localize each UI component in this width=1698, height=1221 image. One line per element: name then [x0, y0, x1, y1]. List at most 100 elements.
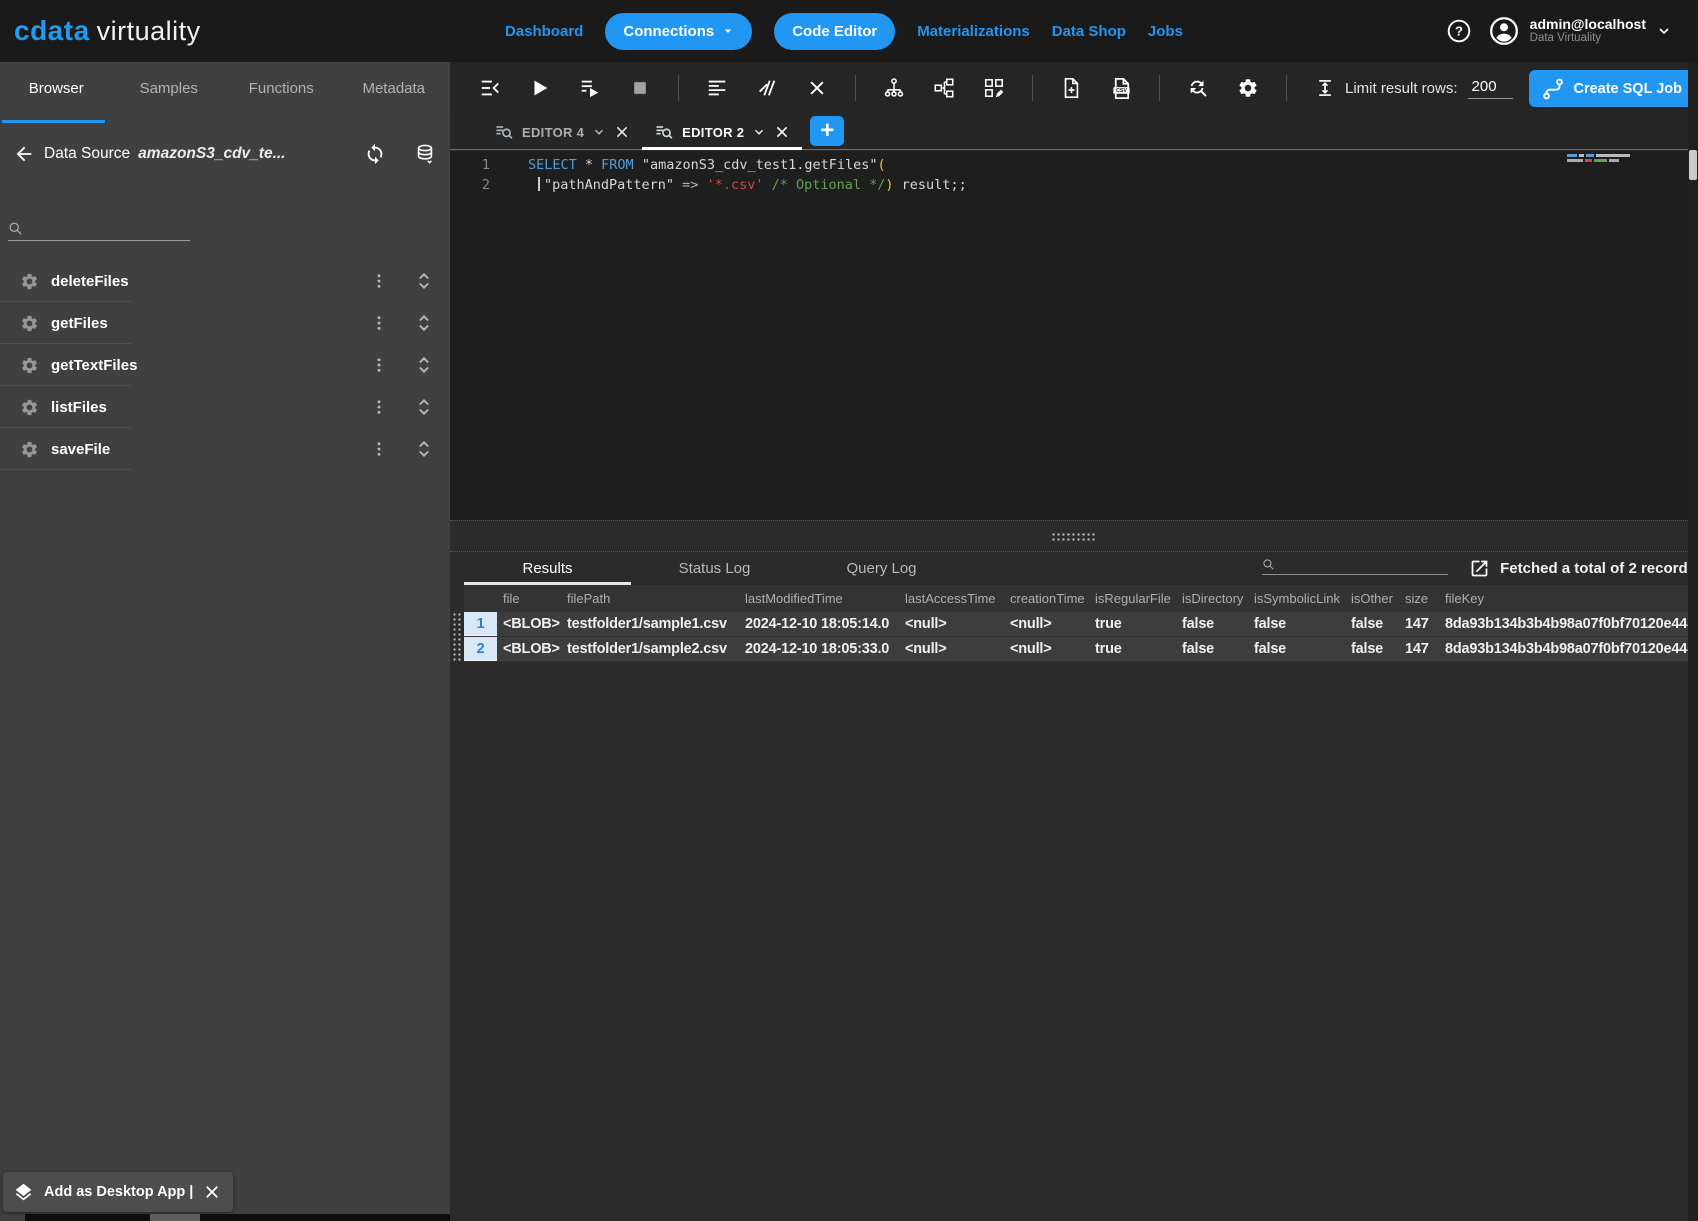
tab-browser[interactable]: Browser [0, 80, 113, 97]
editor-toolbar: CSV Limit result rows: 200 Create SQL Jo… [450, 62, 1698, 114]
logo-brand: cdata [14, 15, 90, 47]
row-number[interactable]: 2 [464, 637, 497, 661]
code-editor[interactable]: 1 SELECT * FROM "amazonS3_cdv_test1.getF… [450, 151, 1698, 520]
col-header[interactable]: filePath [561, 591, 739, 606]
edit-blocks-icon[interactable] [982, 76, 1006, 100]
tab-query-log[interactable]: Query Log [798, 552, 965, 585]
code-minimap[interactable] [1567, 154, 1633, 164]
new-file-icon[interactable] [1059, 76, 1083, 100]
kebab-menu-icon[interactable] [370, 311, 388, 335]
col-header[interactable]: isSymbolicLink [1248, 591, 1345, 606]
col-header[interactable]: file [497, 591, 561, 606]
tab-results[interactable]: Results [464, 552, 631, 585]
col-header[interactable]: creationTime [1004, 591, 1089, 606]
chevron-down-icon[interactable] [752, 125, 766, 139]
search-icon [1262, 558, 1275, 571]
nav-code-editor[interactable]: Code Editor [774, 13, 895, 50]
back-arrow-icon[interactable] [10, 140, 38, 168]
create-sql-job-button[interactable]: Create SQL Job [1529, 70, 1698, 107]
results-search-input[interactable] [1281, 556, 1439, 571]
nav-materializations[interactable]: Materializations [917, 23, 1030, 40]
col-header[interactable]: lastModifiedTime [739, 591, 899, 606]
list-item-listFiles[interactable]: listFiles [0, 386, 450, 428]
tab-functions[interactable]: Functions [225, 80, 338, 97]
editor-tab-2[interactable]: EDITOR 2 [642, 115, 802, 149]
unfold-icon[interactable] [414, 269, 434, 293]
open-in-new-icon[interactable] [1469, 558, 1490, 579]
svg-text:?: ? [1455, 24, 1463, 39]
settings-icon[interactable] [1236, 76, 1260, 100]
list-item-saveFile[interactable]: saveFile [0, 428, 450, 470]
col-header[interactable]: isDirectory [1176, 591, 1248, 606]
help-icon[interactable]: ? [1446, 18, 1472, 44]
editor-tab-4[interactable]: EDITOR 4 [482, 115, 642, 149]
item-label: getFiles [51, 315, 108, 332]
limit-rows-input[interactable]: 200 [1468, 78, 1513, 99]
chevron-down-icon[interactable] [592, 125, 606, 139]
kebab-menu-icon[interactable] [370, 353, 388, 377]
results-resize-grip[interactable] [452, 612, 462, 662]
col-header[interactable]: lastAccessTime [899, 591, 1004, 606]
run-script-icon[interactable] [578, 76, 602, 100]
nav-data-shop[interactable]: Data Shop [1052, 23, 1126, 40]
refresh-results-icon[interactable] [1186, 76, 1210, 100]
line-number: 2 [450, 175, 502, 195]
unfold-icon[interactable] [414, 311, 434, 335]
nav-connections[interactable]: Connections [605, 13, 752, 50]
table-row[interactable]: 2 <BLOB> testfolder1/sample2.csv 2024-12… [464, 637, 1698, 662]
list-item-getTextFiles[interactable]: getTextFiles [0, 344, 450, 386]
sidebar-hscrollbar-thumb[interactable] [150, 1214, 200, 1221]
unfold-icon[interactable] [414, 395, 434, 419]
close-tab-icon[interactable] [614, 124, 630, 140]
col-header[interactable]: isRegularFile [1089, 591, 1176, 606]
app-logo[interactable]: cdata virtuality [14, 15, 201, 47]
close-tab-icon[interactable] [774, 124, 790, 140]
stop-icon[interactable] [628, 76, 652, 100]
kebab-menu-icon[interactable] [370, 437, 388, 461]
close-icon[interactable] [203, 1183, 221, 1201]
kebab-menu-icon[interactable] [370, 269, 388, 293]
col-header[interactable]: size [1399, 591, 1439, 606]
clear-editor-icon[interactable] [805, 76, 829, 100]
list-item-deleteFiles[interactable]: deleteFiles [0, 260, 450, 302]
splitter-grip[interactable] [1051, 532, 1097, 542]
kebab-menu-icon[interactable] [370, 395, 388, 419]
execute-statement-icon[interactable] [478, 76, 502, 100]
refresh-icon[interactable] [364, 143, 386, 165]
tab-status-log[interactable]: Status Log [631, 552, 798, 585]
nav-jobs[interactable]: Jobs [1148, 23, 1183, 40]
sidebar-hscrollbar[interactable] [25, 1214, 450, 1221]
col-header[interactable]: isOther [1345, 591, 1399, 606]
unfold-icon[interactable] [414, 437, 434, 461]
item-label: deleteFiles [51, 273, 129, 290]
cell-isRegularFile: true [1089, 641, 1176, 657]
tab-samples[interactable]: Samples [113, 80, 226, 97]
panel-splitter[interactable] [450, 520, 1698, 552]
new-editor-tab-button[interactable]: + [810, 116, 844, 146]
col-header[interactable]: fileKey [1439, 591, 1698, 606]
cell-fileKey: 8da93b134b3b4b98a07f0bf70120e445 [1439, 641, 1698, 657]
sidebar-search-input[interactable] [29, 220, 179, 236]
unfold-icon[interactable] [414, 353, 434, 377]
editor-tab-label: EDITOR 2 [682, 125, 744, 140]
toolbar-separator [678, 75, 679, 101]
nav-dashboard[interactable]: Dashboard [505, 23, 583, 40]
data-lineage-icon[interactable] [932, 76, 956, 100]
database-sync-icon[interactable] [414, 143, 436, 165]
export-csv-icon[interactable]: CSV [1109, 76, 1133, 100]
row-number[interactable]: 1 [464, 612, 497, 636]
tab-metadata[interactable]: Metadata [338, 80, 451, 97]
fetched-summary: Fetched a total of 2 records [1469, 552, 1696, 585]
format-sql-icon[interactable] [705, 76, 729, 100]
toggle-comment-icon[interactable] [755, 76, 779, 100]
page-vscrollbar-thumb[interactable] [1689, 150, 1697, 180]
dependency-tree-icon[interactable] [882, 76, 906, 100]
list-item-getFiles[interactable]: getFiles [0, 302, 450, 344]
table-row[interactable]: 1 <BLOB> testfolder1/sample1.csv 2024-12… [464, 612, 1698, 637]
page-vscrollbar[interactable] [1688, 62, 1698, 1221]
user-menu[interactable]: admin@localhost Data Virtuality [1488, 15, 1672, 47]
sidebar-search [8, 220, 190, 241]
add-desktop-app-banner[interactable]: Add as Desktop App | [3, 1172, 233, 1212]
gear-icon [20, 356, 39, 375]
run-query-icon[interactable] [528, 76, 552, 100]
